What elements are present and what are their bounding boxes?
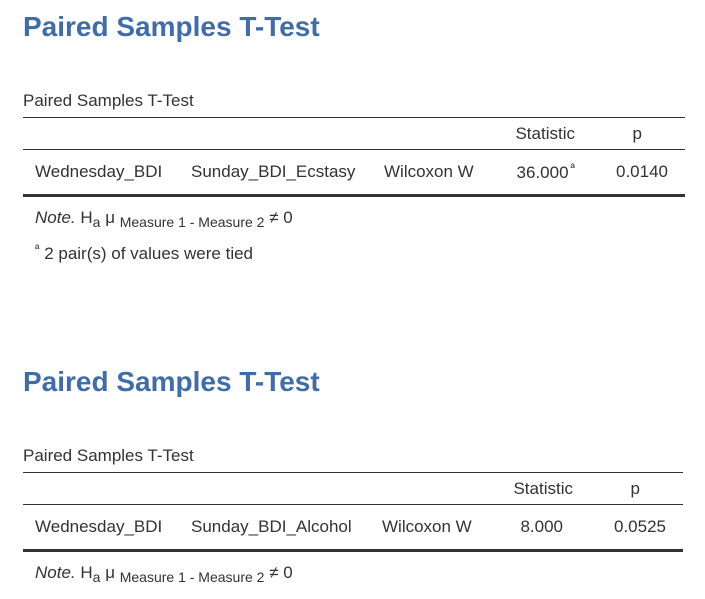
- p-value-cell: 0.0525: [614, 517, 666, 536]
- measure2-cell: Sunday_BDI_Ecstasy: [191, 162, 356, 181]
- mu-symbol: μ: [105, 208, 115, 227]
- statistic-value: 36.000: [516, 163, 569, 182]
- header-row: Statistic p: [23, 117, 685, 150]
- results-table: Statistic p Wednesday_BDI Sunday_BDI_Alc…: [23, 472, 683, 552]
- table-note: Note. Ha μ Measure 1 - Measure 2 ≠ 0: [35, 563, 293, 587]
- statistic-cell: 36.000 ª: [494, 150, 575, 196]
- table-row: Wednesday_BDI Sunday_BDI_Alcohol Wilcoxo…: [23, 505, 683, 551]
- statistic-cell: 8.000: [492, 505, 573, 551]
- column-header-p: p: [632, 123, 642, 143]
- table-row: Wednesday_BDI Sunday_BDI_Ecstasy Wilcoxo…: [23, 150, 685, 196]
- analysis-ecstasy: Paired Samples T-Test Paired Samples T-T…: [23, 11, 685, 263]
- statistic-value: 8.000: [520, 517, 563, 536]
- column-header-p: p: [630, 478, 640, 498]
- results-table: Statistic p Wednesday_BDI Sunday_BDI_Ecs…: [23, 117, 685, 197]
- column-header-statistic: Statistic: [515, 123, 575, 143]
- measure1-cell: Wednesday_BDI: [35, 162, 163, 181]
- mu-subscript: Measure 1 - Measure 2: [119, 569, 265, 585]
- footnote-marker: ª: [35, 242, 40, 256]
- mu-subscript: Measure 1 - Measure 2: [119, 214, 265, 230]
- hypothesis-subscript: a: [92, 569, 101, 585]
- header-row: Statistic p: [23, 472, 683, 505]
- hypothesis-symbol: H: [80, 208, 93, 227]
- table-title: Paired Samples T-Test: [23, 91, 194, 110]
- note-label: Note.: [35, 563, 76, 582]
- alternative-tail: ≠ 0: [269, 208, 293, 227]
- analysis-heading: Paired Samples T-Test: [23, 11, 320, 42]
- note-label: Note.: [35, 208, 76, 227]
- footnote: ª 2 pair(s) of values were tied: [35, 239, 253, 264]
- table-note: Note. Ha μ Measure 1 - Measure 2 ≠ 0: [35, 208, 293, 232]
- column-header-statistic: Statistic: [513, 478, 573, 498]
- mu-symbol: μ: [105, 563, 115, 582]
- footnote-text: 2 pair(s) of values were tied: [44, 244, 254, 263]
- measure2-cell: Sunday_BDI_Alcohol: [191, 517, 352, 536]
- test-cell: Wilcoxon W: [384, 162, 474, 181]
- hypothesis-subscript: a: [92, 214, 101, 230]
- p-value-cell: 0.0140: [616, 162, 668, 181]
- analysis-alcohol: Paired Samples T-Test Paired Samples T-T…: [23, 366, 683, 585]
- test-cell: Wilcoxon W: [382, 517, 472, 536]
- measure1-cell: Wednesday_BDI: [35, 517, 163, 536]
- statistic-footnote-marker: ª: [570, 161, 575, 175]
- table-title: Paired Samples T-Test: [23, 446, 194, 465]
- analysis-heading: Paired Samples T-Test: [23, 366, 320, 397]
- alternative-tail: ≠ 0: [269, 563, 293, 582]
- hypothesis-symbol: H: [80, 563, 93, 582]
